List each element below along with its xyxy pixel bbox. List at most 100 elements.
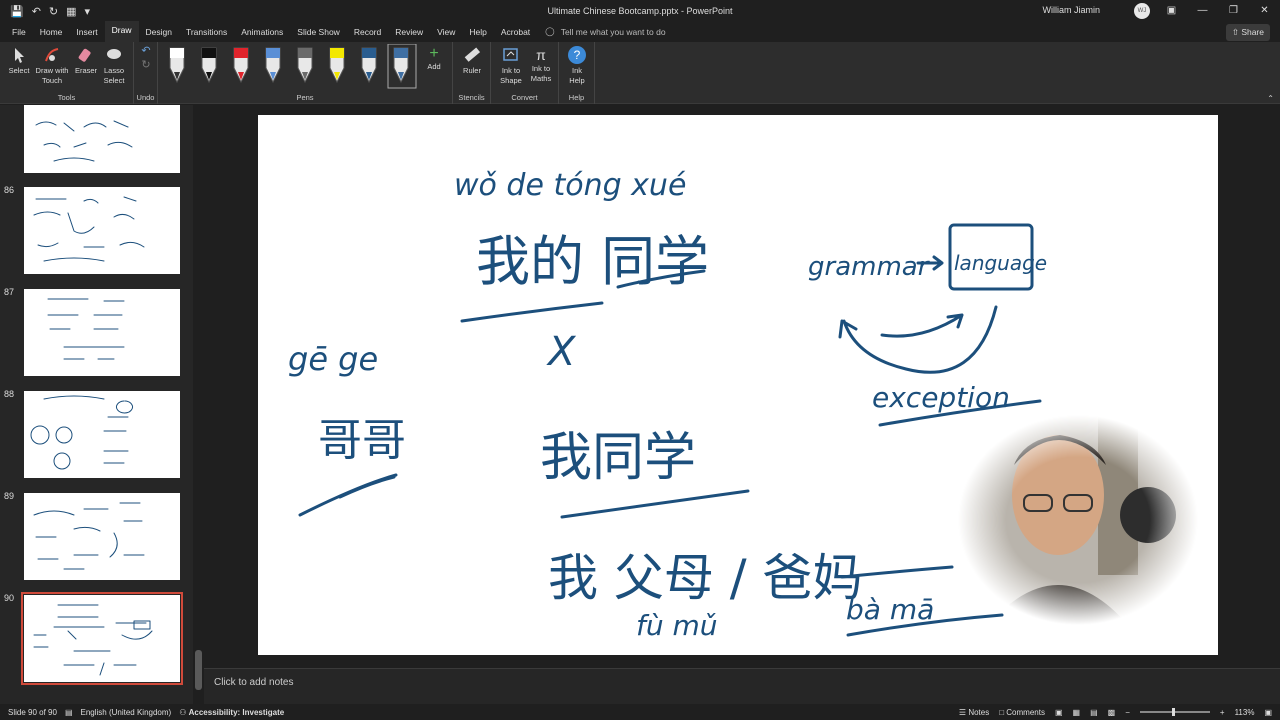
- pen-swatch[interactable]: [233, 47, 249, 84]
- pen-swatch[interactable]: [297, 47, 313, 84]
- slide-thumbnails-pane[interactable]: 86 87 88 89 90: [0, 105, 193, 705]
- ink-help-label: Ink Help: [569, 66, 585, 85]
- pen-swatch[interactable]: [265, 47, 281, 84]
- slide-thumbnail[interactable]: [24, 391, 180, 478]
- pen-swatch[interactable]: [201, 47, 217, 84]
- tell-me-text: Tell me what you want to do: [560, 26, 666, 37]
- curved-arrow: [838, 305, 998, 374]
- fit-slide-icon[interactable]: ▣: [1264, 708, 1272, 717]
- undo-ribbon-icon[interactable]: ↶: [138, 46, 154, 57]
- collapse-ribbon-icon[interactable]: ⌃: [1267, 94, 1274, 103]
- slide-thumbnail-selected[interactable]: [21, 592, 183, 685]
- user-name[interactable]: William Jiamin: [1042, 5, 1100, 15]
- slide-thumbnail[interactable]: [24, 187, 180, 274]
- zoom-in-icon[interactable]: +: [1220, 708, 1225, 717]
- slide-thumbnail[interactable]: [24, 493, 180, 580]
- group-undo: ↶ ↻ Undo: [134, 42, 158, 104]
- pen-swatch[interactable]: [169, 47, 185, 84]
- tab-file[interactable]: File: [0, 27, 33, 42]
- tab-record[interactable]: Record: [347, 27, 388, 42]
- eraser-icon: [78, 48, 91, 62]
- add-pen-button[interactable]: + Add: [422, 46, 446, 72]
- curved-arrow: [880, 313, 964, 338]
- zoom-level[interactable]: 113%: [1235, 708, 1255, 717]
- thumbnails-scrollbar[interactable]: [193, 105, 204, 705]
- ink-to-shape-button[interactable]: Ink to Shape: [497, 46, 525, 86]
- spelling-icon[interactable]: ▤: [65, 708, 73, 717]
- tools-group-label: Tools: [57, 93, 76, 102]
- select-button[interactable]: Select: [6, 46, 32, 76]
- slide-sorter-icon[interactable]: ▦: [1073, 708, 1081, 717]
- slide-number: 90: [4, 593, 15, 603]
- redo-icon[interactable]: ↻: [49, 5, 58, 18]
- lasso-icon: [107, 49, 121, 59]
- tab-insert[interactable]: Insert: [69, 27, 104, 42]
- redo-ribbon-icon[interactable]: ↻: [138, 60, 154, 71]
- lasso-select-button[interactable]: Lasso Select: [100, 46, 128, 86]
- comments-toggle[interactable]: □ Comments: [999, 708, 1045, 717]
- ink-help-button[interactable]: ? Ink Help: [564, 46, 590, 86]
- scrollbar-thumb[interactable]: [195, 650, 202, 690]
- accessibility-status[interactable]: ⚇ Accessibility: Investigate: [179, 708, 284, 717]
- tab-acrobat[interactable]: Acrobat: [494, 27, 537, 42]
- tab-help[interactable]: Help: [462, 27, 493, 42]
- tab-design[interactable]: Design: [139, 27, 179, 42]
- tab-animations[interactable]: Animations: [234, 27, 290, 42]
- zoom-out-icon[interactable]: −: [1125, 708, 1130, 717]
- slide-thumbnail[interactable]: [24, 105, 180, 173]
- save-icon[interactable]: 💾: [10, 5, 24, 18]
- slide-counter: Slide 90 of 90: [8, 707, 57, 717]
- slideshow-icon[interactable]: ▩: [1108, 708, 1116, 717]
- tab-review[interactable]: Review: [388, 27, 430, 42]
- touch-mode-icon[interactable]: ▦: [66, 5, 76, 18]
- restore-icon[interactable]: ❐: [1218, 0, 1249, 22]
- share-button[interactable]: ⇧ Share: [1225, 24, 1270, 41]
- zoom-slider[interactable]: [1139, 708, 1210, 716]
- slide-canvas[interactable]: wǒ de tóng xué 我的 同学 X gē ge 哥哥 grammar …: [258, 115, 1218, 655]
- slide-thumbnail[interactable]: [24, 289, 180, 376]
- pinyin-gege: gē ge: [288, 340, 378, 378]
- slide-editor: wǒ de tóng xué 我的 同学 X gē ge 哥哥 grammar …: [204, 105, 1267, 667]
- ribbon-display-icon[interactable]: ▣: [1156, 0, 1187, 22]
- avatar[interactable]: WJ: [1134, 3, 1150, 19]
- notes-placeholder[interactable]: Click to add notes: [214, 677, 294, 688]
- reading-view-icon[interactable]: ▤: [1090, 708, 1098, 717]
- touch-draw-icon: [45, 48, 59, 62]
- stencils-group-label: Stencils: [458, 93, 485, 102]
- tab-view[interactable]: View: [430, 27, 462, 42]
- group-help: ? Ink Help Help: [559, 42, 595, 104]
- tab-home[interactable]: Home: [33, 27, 70, 42]
- ink-to-maths-button[interactable]: π Ink to Maths: [527, 46, 555, 84]
- cursor-icon: [15, 48, 24, 63]
- plus-icon: +: [429, 45, 439, 62]
- tab-transitions[interactable]: Transitions: [179, 27, 234, 42]
- minimize-icon[interactable]: —: [1187, 0, 1218, 22]
- customize-qat-icon[interactable]: ▾: [85, 5, 91, 18]
- notes-toggle[interactable]: ☰ Notes: [959, 708, 989, 717]
- slide-number: 88: [4, 389, 15, 399]
- close-icon[interactable]: ✕: [1249, 0, 1280, 22]
- lasso-select-label: Lasso Select: [103, 66, 125, 85]
- add-pen-label: Add: [427, 62, 441, 71]
- slide-scrollbar[interactable]: [1268, 105, 1280, 667]
- undo-icon[interactable]: ↶: [32, 5, 41, 18]
- word-grammar: grammar: [808, 252, 931, 282]
- pens-group-label: Pens: [296, 93, 314, 102]
- group-stencils: Ruler Stencils: [453, 42, 491, 104]
- pen-swatch[interactable]: [329, 47, 345, 84]
- pen-swatch[interactable]: [387, 44, 417, 89]
- draw-with-touch-button[interactable]: Draw with Touch: [33, 46, 71, 86]
- question-icon: ?: [568, 46, 586, 64]
- tab-draw[interactable]: Draw: [104, 21, 139, 42]
- tell-me-search[interactable]: ◯ Tell me what you want to do: [537, 26, 665, 42]
- eraser-button[interactable]: Eraser: [72, 46, 100, 76]
- slide-90-sketch: [33, 604, 153, 676]
- tab-slide-show[interactable]: Slide Show: [290, 27, 347, 42]
- pen-gallery: [169, 44, 417, 89]
- ruler-button[interactable]: Ruler: [459, 46, 485, 76]
- normal-view-icon[interactable]: ▣: [1055, 708, 1063, 717]
- notes-pane[interactable]: Click to add notes: [204, 668, 1280, 704]
- underline-stroke: [560, 489, 750, 519]
- pen-swatch[interactable]: [361, 47, 377, 84]
- language-indicator[interactable]: English (United Kingdom): [81, 708, 172, 717]
